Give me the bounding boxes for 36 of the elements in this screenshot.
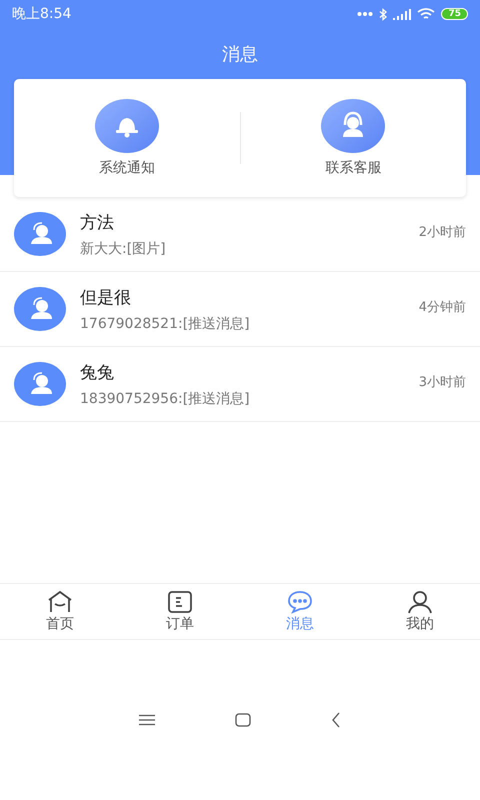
message-time: 4分钟前 xyxy=(418,299,466,316)
back-icon[interactable] xyxy=(331,712,341,728)
status-time: 晚上8:54 xyxy=(12,5,72,23)
contact-name: 但是很 xyxy=(80,286,132,308)
message-preview: 17679028521:[推送消息] xyxy=(80,314,251,332)
avatar-icon xyxy=(14,212,66,256)
nav-tab[interactable]: 订单 xyxy=(120,584,240,638)
message-preview: 新大大:[图片] xyxy=(80,240,167,258)
headset-icon xyxy=(321,99,386,153)
message-time: 2小时前 xyxy=(418,224,466,241)
contact-name: 方法 xyxy=(80,212,115,234)
contact-name: 兔兔 xyxy=(80,362,115,384)
person-icon xyxy=(407,590,433,614)
avatar-icon xyxy=(14,362,66,406)
avatar-icon xyxy=(14,287,66,331)
wifi-icon xyxy=(417,8,436,20)
message-time: 3小时前 xyxy=(418,374,466,391)
shortcut-label[interactable]: 联系客服 xyxy=(325,159,382,177)
nav-tab[interactable]: 我的 xyxy=(360,584,480,638)
conversation-row[interactable]: 但是很 17679028521:[推送消息] 4分钟前 xyxy=(0,272,480,347)
dots-icon xyxy=(357,11,374,17)
shortcut-label[interactable]: 系统通知 xyxy=(98,159,155,177)
conversation-row[interactable]: 方法 新大大:[图片] 2小时前 xyxy=(0,197,480,272)
bluetooth-icon xyxy=(379,8,388,20)
menu-icon[interactable] xyxy=(139,714,155,726)
battery-level: 75 xyxy=(441,8,468,20)
home-icon xyxy=(47,590,73,614)
document-icon xyxy=(167,590,193,614)
chat-icon xyxy=(287,590,313,614)
nav-tab[interactable]: 首页 xyxy=(0,584,120,638)
message-preview: 18390752956:[推送消息] xyxy=(80,390,251,408)
signal-icon xyxy=(393,8,412,20)
square-icon[interactable] xyxy=(235,712,251,727)
page-title: 消息 xyxy=(221,43,259,66)
bell-icon xyxy=(94,99,159,153)
conversation-row[interactable]: 兔兔 18390752956:[推送消息] 3小时前 xyxy=(0,347,480,422)
